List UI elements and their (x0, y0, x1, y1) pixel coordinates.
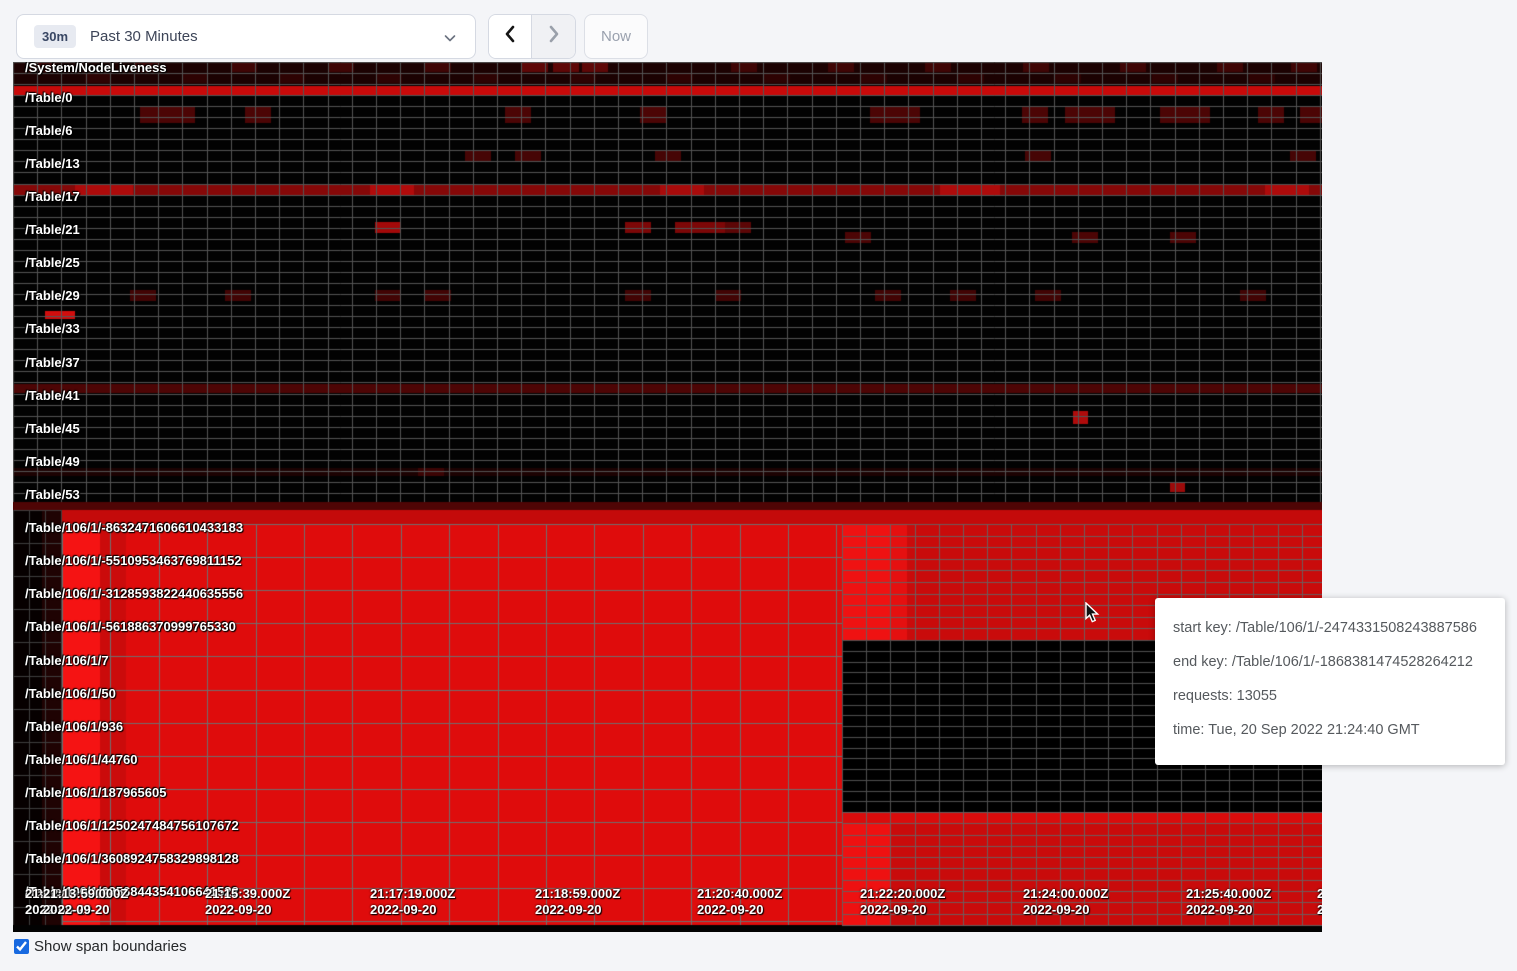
chevron-right-icon (546, 24, 562, 49)
show-span-boundaries-checkbox[interactable] (14, 939, 29, 954)
tooltip-time: time: Tue, 20 Sep 2022 21:24:40 GMT (1173, 722, 1487, 738)
tooltip-requests: requests: 13055 (1173, 688, 1487, 704)
toolbar: 30m Past 30 Minutes Now (0, 0, 1517, 62)
prev-time-button[interactable] (489, 15, 532, 58)
heatmap-canvas[interactable] (13, 62, 1322, 932)
footer: Show span boundaries (14, 938, 187, 955)
now-button[interactable]: Now (584, 14, 648, 59)
tooltip-start-key: start key: /Table/106/1/-247433150824388… (1173, 620, 1487, 636)
time-range-dropdown[interactable]: 30m Past 30 Minutes (16, 14, 476, 59)
duration-badge: 30m (34, 25, 76, 48)
time-nav-group (488, 14, 576, 59)
page: { "toolbar": { "duration_badge": "30m", … (0, 0, 1517, 971)
key-visualizer[interactable]: /System/NodeLiveness/Table/0/Table/6/Tab… (13, 62, 1322, 932)
range-label: Past 30 Minutes (90, 28, 198, 45)
next-time-button[interactable] (532, 15, 575, 58)
tooltip-end-key: end key: /Table/106/1/-18683814745282642… (1173, 654, 1487, 670)
chevron-left-icon (502, 24, 518, 49)
chevron-down-icon (443, 31, 457, 50)
tooltip: start key: /Table/106/1/-247433150824388… (1155, 598, 1505, 765)
show-span-boundaries-label: Show span boundaries (34, 938, 187, 955)
